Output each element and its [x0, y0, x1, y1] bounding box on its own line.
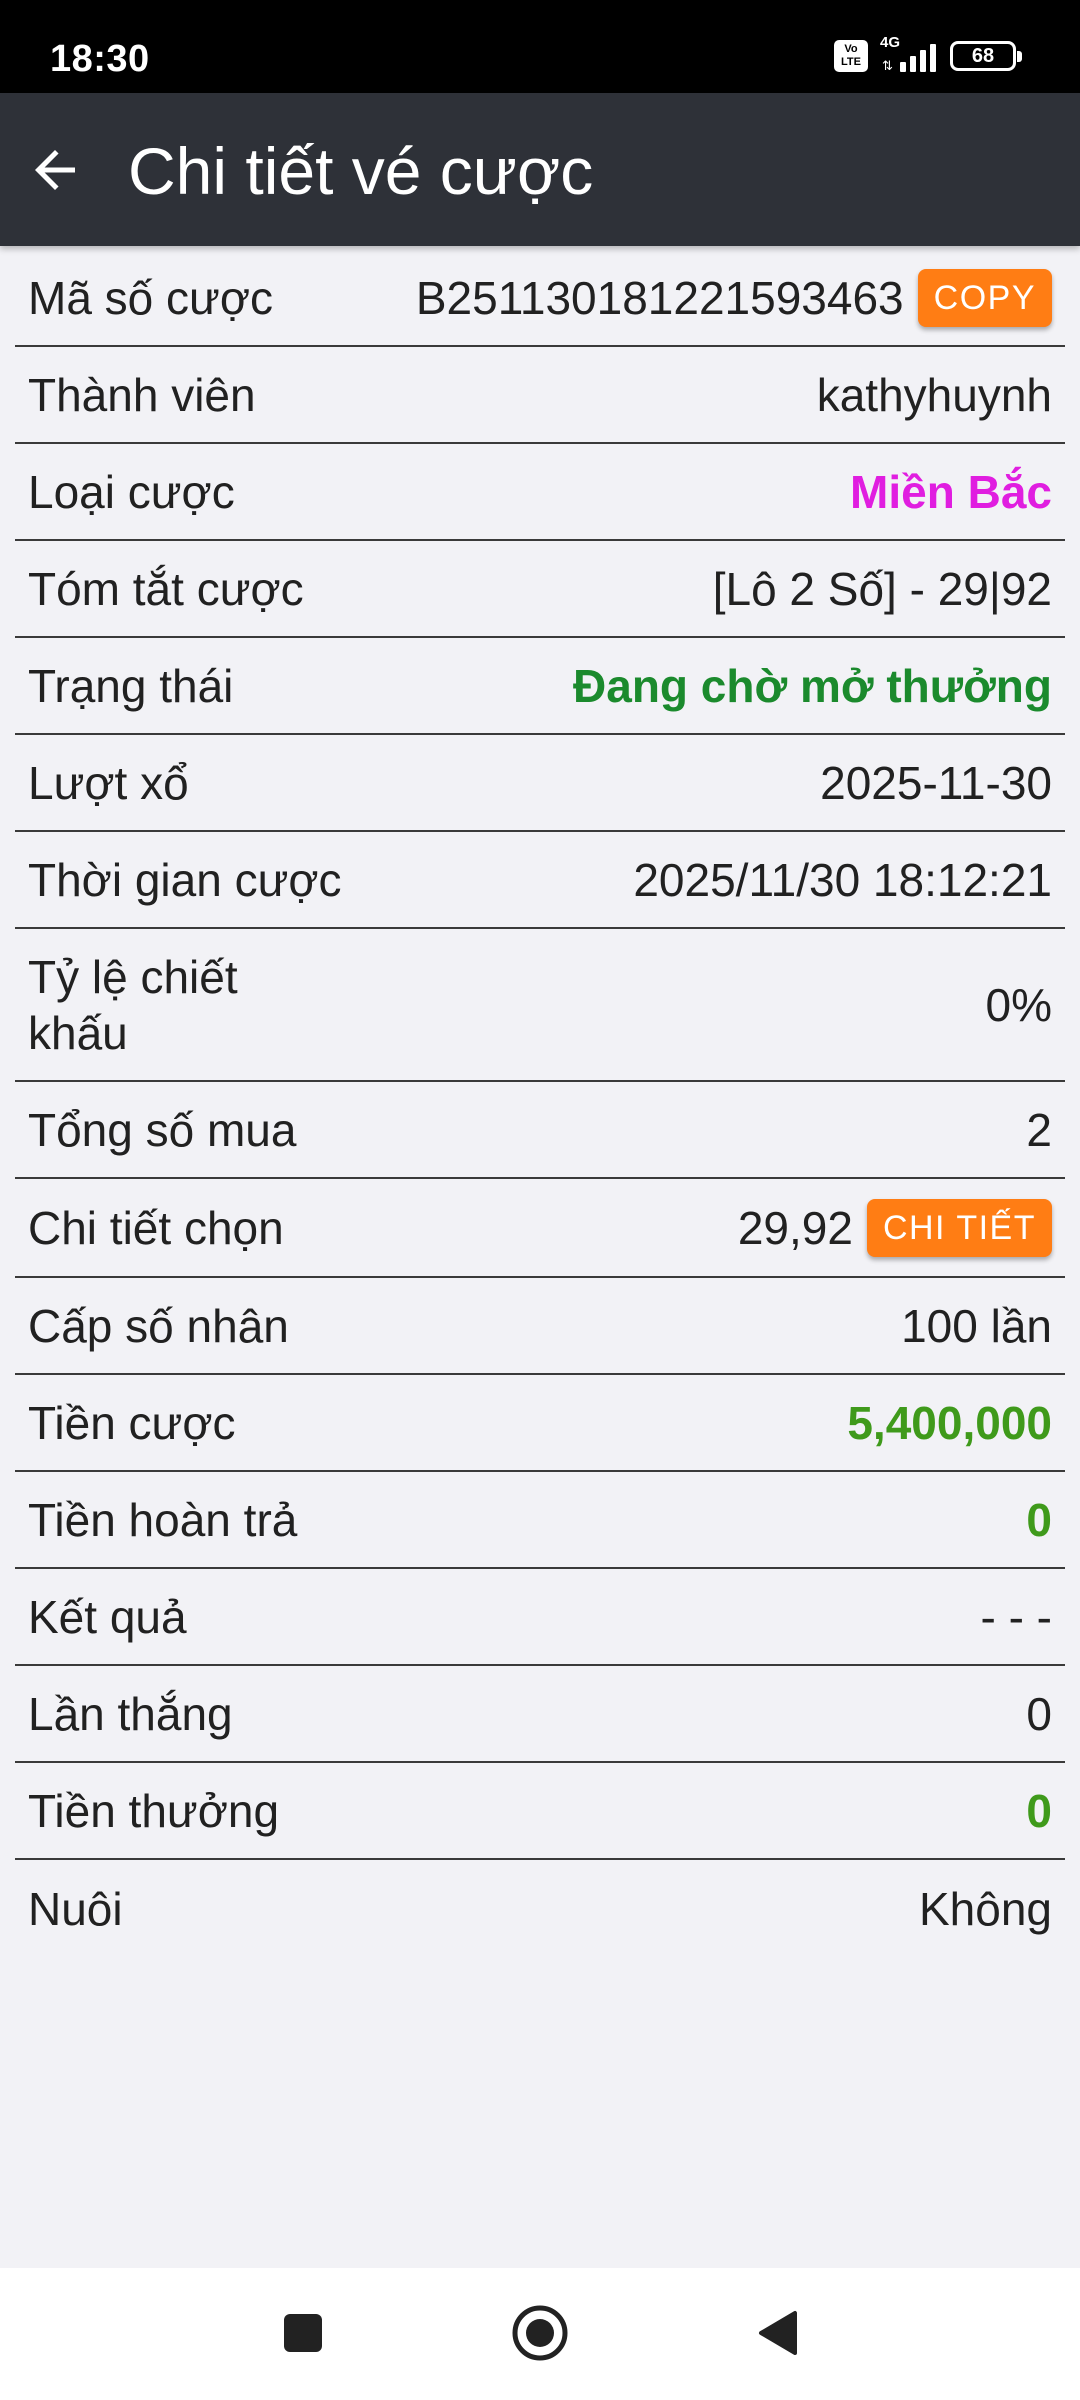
bet-type-value: Miền Bắc [850, 465, 1052, 518]
network-type: 4G [880, 34, 901, 51]
refund-label: Tiền hoàn trả [28, 1493, 298, 1546]
bet-time-label: Thời gian cược [28, 853, 342, 906]
nurture-value: Không [918, 1882, 1052, 1935]
refund-value: 0 [1026, 1493, 1052, 1546]
draw-label: Lượt xổ [28, 756, 189, 809]
wins-value: 0 [1026, 1687, 1052, 1740]
draw-value: 2025-11-30 [820, 756, 1052, 809]
status-bar: 18:30 Vo LTE 4G ⇅ 68 [0, 0, 1080, 93]
row-stake: Tiền cược 5,400,000 [15, 1375, 1065, 1472]
row-draw: Lượt xổ 2025-11-30 [15, 735, 1065, 832]
row-member: Thành viên kathyhuynh [15, 347, 1065, 444]
row-wins: Lần thắng 0 [15, 1666, 1065, 1763]
circle-home-icon [512, 2305, 568, 2361]
stake-label: Tiền cược [28, 1396, 236, 1449]
square-icon [284, 2314, 322, 2352]
status-icons: Vo LTE 4G ⇅ 68 [834, 34, 1022, 76]
status-value: Đang chờ mở thưởng [573, 659, 1052, 712]
prize-label: Tiền thưởng [28, 1784, 280, 1837]
total-buy-value: 2 [1026, 1103, 1052, 1156]
summary-value: [Lô 2 Số] - 29|92 [712, 562, 1052, 615]
data-arrows-icon: ⇅ [882, 58, 893, 73]
discount-value: 0% [985, 978, 1052, 1031]
arrow-left-icon [35, 150, 75, 190]
member-value: kathyhuynh [816, 368, 1052, 421]
battery-level: 68 [971, 44, 995, 67]
bet-detail-list: Mã số cược B251130181221593463 COPY Thàn… [15, 250, 1065, 1957]
wins-label: Lần thắng [28, 1687, 233, 1740]
row-bet-time: Thời gian cược 2025/11/30 18:12:21 [15, 832, 1065, 929]
row-discount: Tỷ lệ chiết khấu 0% [15, 929, 1065, 1082]
back-button[interactable] [12, 127, 98, 213]
status-label: Trạng thái [28, 659, 234, 712]
battery-icon: 68 [950, 41, 1022, 71]
bet-code-label: Mã số cược [28, 271, 274, 324]
multiplier-label: Cấp số nhân [28, 1299, 289, 1352]
signal-bar [910, 56, 916, 72]
prize-value: 0 [1026, 1784, 1052, 1837]
bet-code-value: B251130181221593463 [415, 271, 904, 324]
result-label: Kết quả [28, 1590, 187, 1643]
member-label: Thành viên [28, 368, 256, 421]
row-refund: Tiền hoàn trả 0 [15, 1472, 1065, 1569]
row-multiplier: Cấp số nhân 100 lần [15, 1278, 1065, 1375]
row-nurture: Nuôi Không [15, 1860, 1065, 1957]
selection-detail-button[interactable]: CHI TIẾT [866, 1198, 1052, 1257]
stake-value: 5,400,000 [847, 1396, 1052, 1449]
page-title: Chi tiết vé cược [128, 134, 594, 208]
row-bet-code: Mã số cược B251130181221593463 COPY [15, 250, 1065, 347]
signal-icon: 4G ⇅ [880, 34, 936, 73]
selection-value: 29,92 [737, 1201, 853, 1254]
summary-label: Tóm tắt cược [28, 562, 304, 615]
selection-label: Chi tiết chọn [28, 1201, 284, 1254]
system-back-button[interactable] [742, 2298, 812, 2368]
row-status: Trạng thái Đang chờ mở thưởng [15, 638, 1065, 735]
total-buy-label: Tổng số mua [28, 1103, 297, 1156]
recent-apps-button[interactable] [268, 2298, 338, 2368]
triangle-back-icon [759, 2311, 797, 2355]
row-bet-type: Loại cược Miền Bắc [15, 444, 1065, 541]
discount-label: Tỷ lệ chiết khấu [28, 950, 238, 1059]
signal-bar [930, 44, 936, 72]
bet-type-label: Loại cược [28, 465, 235, 518]
nurture-label: Nuôi [28, 1882, 123, 1935]
row-summary: Tóm tắt cược [Lô 2 Số] - 29|92 [15, 541, 1065, 638]
multiplier-value: 100 lần [901, 1299, 1052, 1352]
signal-bar [900, 62, 906, 72]
home-button[interactable] [505, 2298, 575, 2368]
copy-button[interactable]: COPY [917, 268, 1052, 327]
result-value: - - - [980, 1590, 1052, 1643]
row-selection: Chi tiết chọn 29,92 CHI TIẾT [15, 1179, 1065, 1278]
bet-time-value: 2025/11/30 18:12:21 [633, 853, 1052, 906]
row-total-buy: Tổng số mua 2 [15, 1082, 1065, 1179]
row-prize: Tiền thưởng 0 [15, 1763, 1065, 1860]
system-nav-bar [0, 2268, 1080, 2400]
app-bar: Chi tiết vé cược [0, 93, 1080, 246]
row-result: Kết quả - - - [15, 1569, 1065, 1666]
volte-icon: Vo LTE [834, 40, 868, 72]
status-time: 18:30 [50, 38, 150, 80]
signal-bar [920, 50, 926, 72]
